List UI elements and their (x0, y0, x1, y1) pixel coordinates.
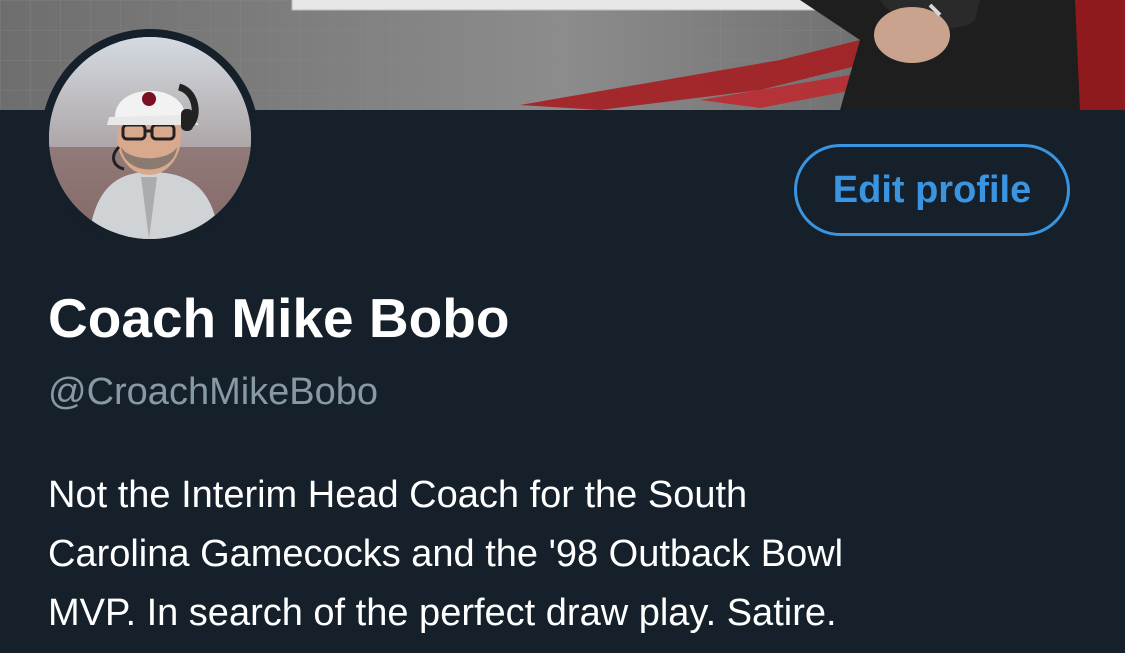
bio-line: Carolina Gamecocks and the '98 Outback B… (48, 533, 844, 575)
bio-line: Not the Interim Head Coach for the South (48, 474, 748, 516)
avatar-ring[interactable] (41, 29, 259, 247)
display-name: Coach Mike Bobo (48, 287, 510, 349)
edit-profile-button[interactable]: Edit profile (794, 144, 1070, 236)
user-handle: @CroachMikeBobo (48, 371, 379, 413)
profile-bio: Not the Interim Head Coach for the South… (48, 466, 1078, 643)
profile-page: Edit profile Coach Mike Bobo @CroachMike… (0, 0, 1125, 653)
avatar-photo (49, 37, 251, 239)
avatar[interactable] (49, 37, 251, 239)
bio-line: MVP. In search of the perfect draw play.… (48, 592, 837, 634)
